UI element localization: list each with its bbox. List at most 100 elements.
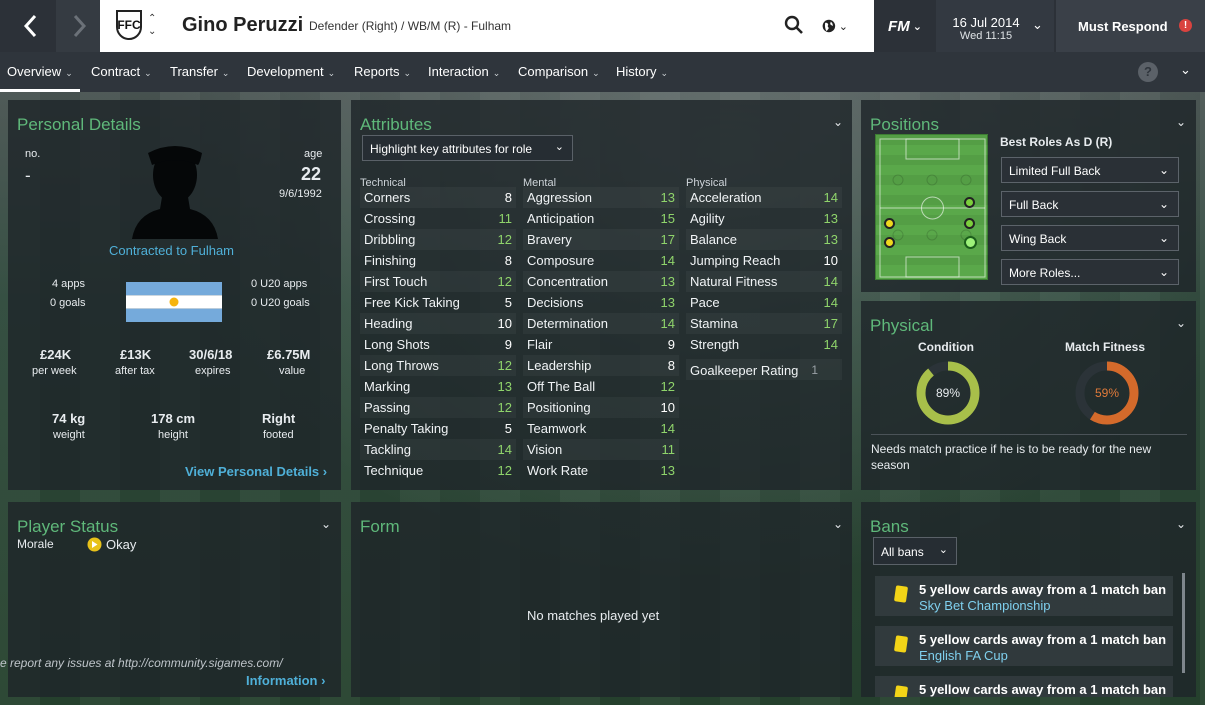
attribute-row[interactable]: Technique 12 <box>360 460 516 481</box>
attribute-row[interactable]: Positioning 10 <box>523 397 679 418</box>
morale-value: Okay <box>106 537 137 552</box>
attribute-value: 14 <box>823 274 838 289</box>
view-personal-details-link[interactable]: View Personal Details › <box>185 464 327 479</box>
chevron-down-icon[interactable]: ⌄ <box>833 115 843 129</box>
contract-status-link[interactable]: Contracted to Fulham <box>109 243 234 258</box>
attribute-row[interactable]: Jumping Reach 10 <box>686 250 842 271</box>
back-button[interactable] <box>6 0 54 52</box>
squad-number-value: - <box>25 166 31 185</box>
chevron-down-icon: ⌄ <box>65 68 73 78</box>
must-respond-button[interactable]: Must Respond ! <box>1056 0 1205 52</box>
attribute-row[interactable]: Anticipation 15 <box>523 208 679 229</box>
attribute-row[interactable]: Teamwork 14 <box>523 418 679 439</box>
role-dropdown-limited-full-back[interactable]: Limited Full Back ⌄ <box>1001 157 1179 183</box>
highlight-role-dropdown[interactable]: Highlight key attributes for role ⌄ <box>362 135 573 161</box>
attribute-row[interactable]: Finishing 8 <box>360 250 516 271</box>
chevron-up-icon[interactable]: ⌃ <box>148 12 156 25</box>
attribute-row[interactable]: Bravery 17 <box>523 229 679 250</box>
panel-title: Attributes <box>360 115 432 134</box>
bans-scrollbar[interactable] <box>1182 573 1185 673</box>
chevron-down-icon[interactable]: ⌄ <box>1176 115 1186 129</box>
forward-button[interactable] <box>56 0 104 52</box>
attribute-row[interactable]: Crossing 11 <box>360 208 516 229</box>
menu-reports[interactable]: Reports ⌄ <box>354 64 411 79</box>
search-icon[interactable] <box>784 15 804 35</box>
information-link[interactable]: Information › <box>246 673 325 688</box>
panel-title: Form <box>360 517 400 536</box>
attribute-row[interactable]: Strength 14 <box>686 334 842 355</box>
attribute-row[interactable]: Flair 9 <box>523 334 679 355</box>
attribute-name: Passing <box>364 400 411 415</box>
link-label: View Personal Details <box>185 464 320 479</box>
chevron-down-icon[interactable]: ⌄ <box>1180 62 1191 78</box>
attribute-row[interactable]: Natural Fitness 14 <box>686 271 842 292</box>
attribute-row[interactable]: Off The Ball 12 <box>523 376 679 397</box>
menu-overview[interactable]: Overview ⌄ <box>7 64 73 79</box>
morale-label: Morale <box>17 537 54 551</box>
attribute-row[interactable]: Composure 14 <box>523 250 679 271</box>
menu-history[interactable]: History ⌄ <box>616 64 668 79</box>
player-switch-arrows[interactable]: ⌃ ⌄ <box>148 12 156 38</box>
menu-label: Reports <box>354 64 400 79</box>
menu-comparison[interactable]: Comparison ⌄ <box>518 64 600 79</box>
attribute-name: Heading <box>364 316 413 331</box>
chevron-down-icon[interactable]: ⌄ <box>1176 316 1186 330</box>
attribute-name: Strength <box>690 337 740 352</box>
attribute-row[interactable]: Tackling 14 <box>360 439 516 460</box>
menu-development[interactable]: Development ⌄ <box>247 64 335 79</box>
attribute-row[interactable]: Stamina 17 <box>686 313 842 334</box>
attribute-row[interactable]: First Touch 12 <box>360 271 516 292</box>
attribute-name: Teamwork <box>527 421 587 436</box>
attribute-row[interactable]: Dribbling 12 <box>360 229 516 250</box>
menu-label: Contract <box>91 64 141 79</box>
attribute-row[interactable]: Aggression 13 <box>523 187 679 208</box>
attribute-row[interactable]: Decisions 13 <box>523 292 679 313</box>
attribute-row[interactable]: Corners 8 <box>360 187 516 208</box>
attribute-row[interactable]: Agility 13 <box>686 208 842 229</box>
alert-icon: ! <box>1179 19 1192 32</box>
club-crest-icon[interactable]: FFC <box>116 10 142 40</box>
attribute-row[interactable]: Long Shots 9 <box>360 334 516 355</box>
date-button[interactable]: 16 Jul 2014 Wed 11:15 ⌄ <box>936 0 1054 52</box>
positions-pitch[interactable] <box>875 134 989 280</box>
attribute-row[interactable]: Penalty Taking 5 <box>360 418 516 439</box>
chevron-down-icon[interactable]: ⌄ <box>148 25 156 38</box>
attribute-row[interactable]: Determination 14 <box>523 313 679 334</box>
attribute-name: Crossing <box>364 211 416 226</box>
chevron-down-icon[interactable]: ⌄ <box>321 517 331 531</box>
attribute-row[interactable]: Work Rate 13 <box>523 460 679 481</box>
attribute-row[interactable]: Leadership 8 <box>523 355 679 376</box>
menu-transfer[interactable]: Transfer ⌄ <box>170 64 229 79</box>
bans-filter-dropdown[interactable]: All bans ⌄ <box>873 537 957 565</box>
attribute-row[interactable]: Marking 13 <box>360 376 516 397</box>
menu-contract[interactable]: Contract ⌄ <box>91 64 152 79</box>
globe-icon <box>822 19 836 33</box>
attribute-row[interactable]: Pace 14 <box>686 292 842 313</box>
attribute-row[interactable]: Acceleration 14 <box>686 187 842 208</box>
attribute-row[interactable]: Free Kick Taking 5 <box>360 292 516 313</box>
fm-menu-button[interactable]: FM ⌄ <box>876 0 934 52</box>
role-label: Full Back <box>1009 198 1059 212</box>
best-roles-heading: Best Roles As D (R) <box>1000 135 1113 149</box>
chevron-down-icon[interactable]: ⌄ <box>833 517 843 531</box>
attribute-name: Off The Ball <box>527 379 596 394</box>
globe-menu-button[interactable]: ⌄ <box>822 14 848 38</box>
attribute-row[interactable]: Heading 10 <box>360 313 516 334</box>
attribute-value: 9 <box>504 337 512 352</box>
menu-bar: Overview ⌄ Contract ⌄ Transfer ⌄ Developmen… <box>0 52 1205 92</box>
role-dropdown-wing-back[interactable]: Wing Back ⌄ <box>1001 225 1179 251</box>
attribute-row[interactable]: Long Throws 12 <box>360 355 516 376</box>
chevron-right-icon <box>73 14 87 38</box>
chevron-down-icon: ⌄ <box>592 68 600 78</box>
help-icon[interactable]: ? <box>1138 62 1158 82</box>
attribute-row[interactable]: Passing 12 <box>360 397 516 418</box>
attribute-value: 13 <box>660 274 675 289</box>
role-dropdown-more-roles[interactable]: More Roles... ⌄ <box>1001 259 1179 285</box>
attribute-row[interactable]: Concentration 13 <box>523 271 679 292</box>
attribute-row[interactable]: Balance 13 <box>686 229 842 250</box>
role-dropdown-full-back[interactable]: Full Back ⌄ <box>1001 191 1179 217</box>
attribute-value: 13 <box>823 211 838 226</box>
menu-interaction[interactable]: Interaction ⌄ <box>428 64 500 79</box>
chevron-down-icon[interactable]: ⌄ <box>1176 517 1186 531</box>
attribute-row[interactable]: Vision 11 <box>523 439 679 460</box>
